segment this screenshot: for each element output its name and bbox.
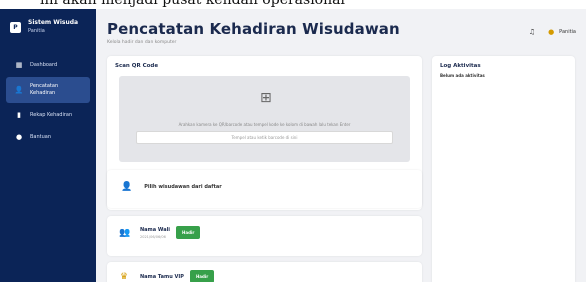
guest-name: Nama Wali [140, 226, 171, 233]
guest-name: Nama Tamu VIP [140, 273, 184, 280]
scanner-area[interactable]: ⊞ Arahkan kamera ke QR/barcode atau temp… [119, 76, 410, 162]
page-title: Pencatatan Kehadiran Wisudawan [107, 20, 400, 38]
user-plus-icon: 👤 [14, 86, 24, 94]
sidebar: P Sistem Wisuda Panitia ▦ Dashboard 👤 Pe… [0, 9, 96, 282]
pick-student-label: Pilih wisudawan dari daftar [144, 184, 222, 190]
sidebar-item-rekap[interactable]: ▮ Rekap Kehadiran [6, 105, 90, 125]
activity-log-empty: Belum ada aktivitas [440, 73, 485, 78]
top-band: ini akan menjadi pusat kendali operasion… [0, 0, 586, 9]
app-subtitle: Panitia [28, 28, 45, 34]
user-name[interactable]: Panitia [559, 29, 576, 35]
sidebar-item-pencatatan[interactable]: 👤 Pencatatan Kehadiran [6, 77, 90, 103]
sidebar-item-label: Pencatatan Kehadiran [30, 83, 59, 96]
sidebar-nav: ▦ Dashboard 👤 Pencatatan Kehadiran ▮ Rek… [0, 55, 96, 147]
scan-card-title: Scan QR Code [115, 63, 159, 69]
user-icon: ● [548, 28, 555, 36]
brand-logo: P [10, 21, 21, 33]
sidebar-item-label: Rekap Kehadiran [30, 111, 73, 118]
scan-hint: Arahkan kamera ke QR/barcode atau tempel… [178, 122, 351, 127]
guest-card-vip: ♛ Nama Tamu VIP Hadir [107, 262, 422, 282]
pick-student-card[interactable]: 👤 Pilih wisudawan dari daftar [107, 170, 422, 208]
hadir-button[interactable]: Hadir [176, 226, 201, 239]
brand: P Sistem Wisuda Panitia [0, 9, 96, 43]
person-icon: 👤 [121, 182, 133, 192]
sidebar-item-label: Dashboard [30, 61, 58, 68]
sidebar-item-dashboard[interactable]: ▦ Dashboard [6, 55, 90, 75]
top-band-text: ini akan menjadi pusat kendali operasion… [40, 0, 345, 8]
guest-card-wali: 👥 Nama Wali 2021/06/06/06 Hadir [107, 216, 422, 256]
bell-icon[interactable]: ♫ [529, 28, 535, 36]
app-title: Sistem Wisuda [28, 19, 79, 26]
group-icon: 👥 [119, 227, 131, 238]
hadir-button[interactable]: Hadir [189, 270, 215, 282]
topbar-actions: ♫ ● Panitia [529, 28, 576, 36]
crown-icon: ♛ [119, 271, 129, 282]
activity-log-title: Log Aktivitas [440, 63, 481, 69]
grid-icon: ▦ [15, 61, 23, 69]
help-icon: ● [15, 133, 23, 141]
qr-code-icon: ⊞ [260, 90, 272, 106]
page-subtitle: Kelola hadir dan dan komputer [107, 40, 177, 45]
clipboard-icon: ▮ [17, 111, 21, 119]
activity-log: Log Aktivitas Belum ada aktivitas [432, 56, 575, 282]
sidebar-item-bantuan[interactable]: ● Bantuan [6, 127, 90, 147]
guest-id: 2021/06/06/06 [140, 234, 166, 239]
sidebar-item-label: Bantuan [30, 133, 52, 140]
barcode-input[interactable]: Tempel atau ketik barcode di sini [136, 131, 393, 144]
page-header: Pencatatan Kehadiran Wisudawan Kelola ha… [107, 20, 400, 45]
